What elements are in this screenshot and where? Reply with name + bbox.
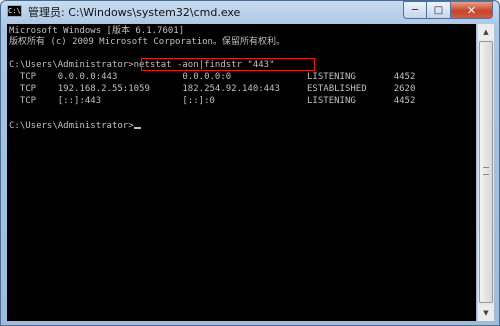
console-output[interactable]: Microsoft Windows [版本 6.1.7601] 版权所有 (c)… bbox=[7, 24, 476, 321]
command-line: C:\Users\Administrator>netstat -aon|find… bbox=[9, 60, 275, 70]
console-line: 版权所有 (c) 2009 Microsoft Corporation。保留所有… bbox=[9, 37, 285, 47]
scrollbar-thumb[interactable] bbox=[479, 41, 493, 303]
netstat-row: TCP 0.0.0.0:443 0.0.0.0:0 LISTENING 4452 bbox=[9, 72, 416, 82]
close-button[interactable]: ✕ bbox=[451, 1, 493, 19]
netstat-row: TCP 192.168.2.55:1059 182.254.92.140:443… bbox=[9, 84, 416, 94]
window-title: 管理员: C:\Windows\system32\cmd.exe bbox=[28, 6, 241, 19]
minimize-button[interactable]: ─ bbox=[403, 1, 427, 19]
window-controls: ─ □ ✕ bbox=[403, 1, 493, 19]
scroll-up-arrow-icon[interactable]: ▲ bbox=[478, 24, 494, 40]
cmd-icon[interactable]: C:\ bbox=[7, 5, 22, 17]
text-cursor bbox=[133, 127, 141, 129]
scroll-down-arrow-icon[interactable]: ▼ bbox=[478, 305, 494, 321]
scrollbar-grip-icon bbox=[483, 167, 489, 175]
netstat-row: TCP [::]:443 [::]:0 LISTENING 4452 bbox=[9, 96, 416, 106]
console-line: Microsoft Windows [版本 6.1.7601] bbox=[9, 26, 185, 36]
maximize-button[interactable]: □ bbox=[427, 1, 451, 19]
prompt-line: C:\Users\Administrator> bbox=[9, 121, 141, 132]
title-bar[interactable]: C:\ 管理员: C:\Windows\system32\cmd.exe ─ □… bbox=[1, 1, 499, 23]
cmd-window: C:\ 管理员: C:\Windows\system32\cmd.exe ─ □… bbox=[0, 0, 500, 326]
prompt-text: C:\Users\Administrator> bbox=[9, 121, 134, 131]
vertical-scrollbar[interactable]: ▲ ▼ bbox=[477, 24, 494, 321]
